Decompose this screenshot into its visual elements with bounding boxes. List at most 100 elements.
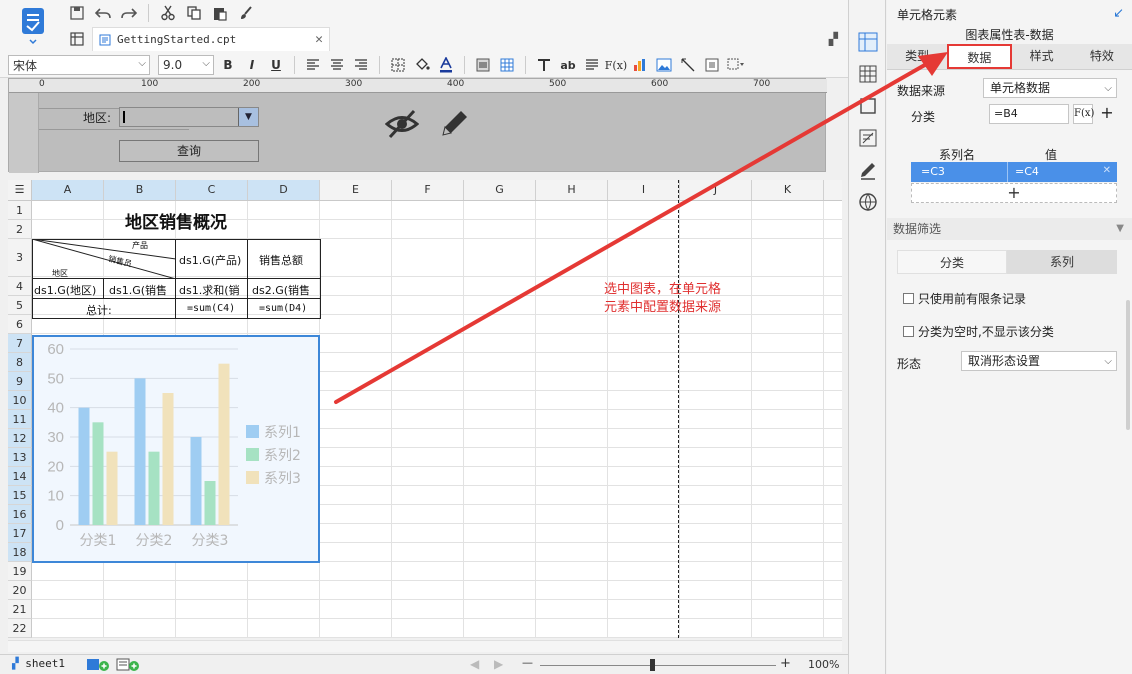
widget-settings-icon[interactable] [858,160,878,180]
row-header[interactable]: 2 [8,220,32,239]
add-category-button[interactable]: + [1097,104,1117,124]
hide-empty-category-option[interactable]: 分类为空时,不显示该分类 [903,323,1054,340]
eye-hidden-icon[interactable] [385,107,419,141]
row-header[interactable]: 22 [8,619,32,638]
cell-attribute-icon[interactable] [858,64,878,84]
table-icon[interactable] [497,55,517,75]
dropdown-arrow-icon[interactable]: ▼ [238,108,258,126]
report-title-cell[interactable]: 地区销售概况 [32,209,320,237]
filter-tab-category[interactable]: 分类 [897,250,1007,274]
insert-subreport-icon[interactable] [702,55,722,75]
zoom-slider-handle[interactable] [650,659,655,671]
column-header[interactable]: C [176,180,248,200]
row-header[interactable]: 14 [8,467,32,486]
copy-icon[interactable] [183,3,205,23]
row-header[interactable]: 8 [8,353,32,372]
series-row[interactable]: =C3 =C4 ✕ [911,162,1117,182]
column-header[interactable]: B [104,180,176,200]
more-options-icon[interactable] [726,55,746,75]
column-header[interactable]: J [680,180,752,200]
region-param-input[interactable]: ▼ [119,107,259,127]
filter-tab-series[interactable]: 系列 [1007,250,1117,274]
file-tab-gettingstarted[interactable]: GettingStarted.cpt ✕ [92,27,330,51]
row-header[interactable]: 19 [8,562,32,581]
edit-pencil-icon[interactable] [437,107,471,141]
abc-text-button[interactable]: ab [558,55,578,75]
condition-attribute-icon[interactable] [858,128,878,148]
query-button[interactable]: 查询 [119,140,259,162]
cut-icon[interactable] [157,3,179,23]
row-header[interactable]: 13 [8,448,32,467]
cell-element-icon[interactable] [858,32,878,52]
bold-button[interactable]: B [218,55,238,75]
column-header[interactable]: E [320,180,392,200]
app-logo-icon[interactable] [18,6,48,46]
limit-records-option[interactable]: 只使用前有限条记录 [903,290,1026,307]
panel-scrollbar[interactable] [1126,300,1130,430]
italic-button[interactable]: I [242,55,262,75]
column-header[interactable]: D [248,180,320,200]
row-header[interactable]: 1 [8,201,32,220]
column-header[interactable]: H [536,180,608,200]
row-header[interactable]: 15 [8,486,32,505]
close-tab-icon[interactable]: ✕ [315,32,323,47]
format-brush-icon[interactable] [235,3,257,23]
row-header[interactable]: 4 [8,277,32,296]
row-header[interactable]: 3 [8,239,32,277]
tab-type[interactable]: 类型 [887,44,947,69]
zoom-out-button[interactable]: — [522,656,533,669]
fill-color-icon[interactable] [412,55,432,75]
sheet-tab[interactable]: ▞ sheet1 [12,657,65,670]
hyperlink-globe-icon[interactable] [858,192,878,212]
column-header[interactable]: I [608,180,680,200]
float-element-icon[interactable] [858,96,878,116]
data-source-select[interactable]: 单元格数据 ⌵ [983,78,1117,98]
add-series-button[interactable]: + [911,183,1117,203]
column-header[interactable]: K [752,180,824,200]
row-header[interactable]: 20 [8,581,32,600]
chart-element[interactable]: 0 10 20 30 40 50 60 分类1 分类2 分类3 系列1 系列2 系列3 [32,335,320,563]
category-input[interactable]: =B4 [989,104,1069,124]
save-icon[interactable] [66,3,88,23]
shape-select[interactable]: 取消形态设置 ⌵ [961,351,1117,371]
row-header[interactable]: 9 [8,372,32,391]
merge-cells-icon[interactable] [473,55,493,75]
add-sheet-icon[interactable] [86,658,110,672]
align-center-icon[interactable] [327,55,347,75]
slash-line-icon[interactable] [678,55,698,75]
grid-view-icon[interactable] [66,29,88,49]
spreadsheet-grid[interactable]: ☰ ABCDEFGHIJK 地区销售概况 产品 销售员 地区 ds1.G(产品)… [8,180,842,638]
paragraph-icon[interactable] [582,55,602,75]
row-header[interactable]: 7 [8,334,32,353]
row-header[interactable]: 6 [8,315,32,334]
align-left-icon[interactable] [303,55,323,75]
text-icon[interactable] [534,55,554,75]
row-header[interactable]: 18 [8,543,32,562]
next-page-icon[interactable]: ▶ [494,657,503,671]
formula-button[interactable]: F(x) [1073,104,1094,124]
underline-button[interactable]: U [266,55,286,75]
zoom-slider-track[interactable] [540,665,776,666]
row-header[interactable]: 16 [8,505,32,524]
select-all-corner[interactable]: ☰ [8,180,32,200]
hide-empty-category-checkbox[interactable] [903,326,914,337]
prev-page-icon[interactable]: ◀ [470,657,479,671]
formula-button[interactable]: F(x) [605,55,627,75]
collapse-arrow-icon[interactable]: ↙ [1113,6,1124,21]
font-family-select[interactable]: 宋体 ⌵ [8,55,150,75]
insert-chart-icon[interactable] [630,55,650,75]
font-color-icon[interactable] [436,55,456,75]
add-page-icon[interactable] [116,658,140,672]
insert-image-icon[interactable] [654,55,674,75]
tab-data[interactable]: 数据 [947,44,1012,69]
row-header[interactable]: 17 [8,524,32,543]
column-header[interactable]: G [464,180,536,200]
panel-toggle-icon[interactable]: ▞ [829,32,838,46]
align-right-icon[interactable] [351,55,371,75]
horizontal-scrollbar[interactable] [8,640,842,652]
tab-effects[interactable]: 特效 [1072,44,1132,69]
row-header[interactable]: 10 [8,391,32,410]
row-header[interactable]: 11 [8,410,32,429]
row-header[interactable]: 21 [8,600,32,619]
border-icon[interactable] [388,55,408,75]
